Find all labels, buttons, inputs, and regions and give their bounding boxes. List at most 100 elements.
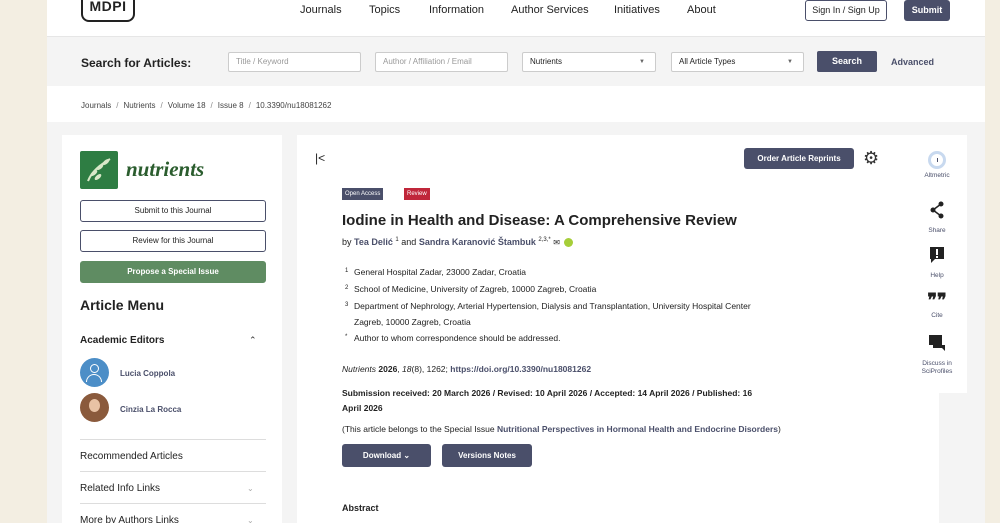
chevron-down-icon: ⌄ — [403, 451, 411, 460]
divider — [80, 439, 266, 440]
more-by-authors-links[interactable]: More by Authors Links — [80, 515, 179, 523]
affiliation-text: General Hospital Zadar, 23000 Zadar, Cro… — [354, 267, 526, 277]
breadcrumb-journals[interactable]: Journals — [81, 101, 111, 110]
affiliation-text: Author to whom correspondence should be … — [354, 333, 561, 343]
journal-logo-icon[interactable] — [80, 151, 118, 189]
mdpi-logo[interactable]: MDPI — [81, 0, 135, 22]
affiliation-ref: 2,3,* — [538, 237, 551, 243]
search-bar: Search for Articles: Title / Keyword Aut… — [47, 36, 985, 86]
nav-author-services[interactable]: Author Services — [511, 4, 589, 16]
special-issue-line: (This article belongs to the Special Iss… — [342, 424, 781, 434]
open-access-badge: Open Access — [342, 188, 384, 200]
nav-journals[interactable]: Journals — [300, 4, 342, 16]
affiliation-number: 2 — [345, 285, 349, 291]
discuss-label: Discuss in SciProfiles — [921, 360, 953, 375]
collapse-sidebar-icon[interactable]: |< — [315, 151, 325, 165]
divider — [80, 503, 266, 504]
share-item[interactable]: Share — [907, 201, 967, 235]
article-dates: Submission received: 20 March 2026 / Rev… — [342, 388, 753, 413]
versions-notes-button[interactable]: Versions Notes — [442, 444, 532, 467]
journal-select[interactable]: Nutrients ▼ — [522, 52, 656, 72]
breadcrumb-doi[interactable]: 10.3390/nu18081262 — [256, 101, 332, 110]
affiliation-number: 1 — [345, 268, 349, 274]
journal-select-value: Nutrients — [530, 57, 563, 66]
download-button[interactable]: Download ⌄ — [342, 444, 431, 467]
affiliation-text: School of Medicine, University of Zagreb… — [354, 284, 597, 294]
advanced-search-link[interactable]: Advanced — [891, 57, 934, 67]
affiliation-item: 3 Department of Nephrology, Arterial Hype… — [342, 299, 751, 313]
and-label: and — [401, 237, 417, 247]
chevron-up-icon[interactable]: ⌃ — [249, 335, 257, 346]
quote-icon: ❞❞ — [927, 290, 947, 310]
share-icon — [907, 201, 967, 224]
doi-link[interactable]: https://doi.org/10.3390/nu18081262 — [450, 364, 591, 374]
journal-name[interactable]: nutrients — [126, 157, 204, 182]
submit-to-journal-button[interactable]: Submit to this Journal — [80, 200, 266, 222]
author-line: by Tea Delić 1 and Sandra Karanović Štam… — [342, 237, 574, 248]
affiliation-item: 2 School of Medicine, University of Zagre… — [342, 282, 596, 296]
breadcrumb-issue[interactable]: Issue 8 — [218, 101, 244, 110]
cite-label: Cite — [931, 312, 943, 319]
page: MDPI Journals Topics Information Author … — [47, 0, 985, 523]
breadcrumb-nutrients[interactable]: Nutrients — [123, 101, 155, 110]
academic-editors-heading[interactable]: Academic Editors — [80, 335, 164, 346]
keyword-input[interactable]: Title / Keyword — [228, 52, 361, 72]
orcid-icon[interactable] — [564, 238, 574, 248]
cite-year: 2026 — [378, 364, 398, 374]
abstract-heading: Abstract — [342, 503, 379, 513]
by-label: by — [342, 237, 352, 247]
help-item[interactable]: Help — [907, 246, 967, 280]
cite-item[interactable]: ❞❞ Cite — [907, 291, 967, 320]
affiliation-item: 1 General Hospital Zadar, 23000 Zadar, Cr… — [342, 265, 526, 279]
breadcrumb: Journals / Nutrients / Volume 18/Issue 8/10.… — [81, 101, 332, 110]
help-icon — [907, 246, 967, 269]
search-button[interactable]: Search — [817, 51, 877, 72]
gear-icon[interactable]: ⚙ — [863, 148, 879, 168]
nav-initiatives[interactable]: Initiatives — [614, 4, 660, 16]
altmetric-label: Altmetric — [924, 172, 950, 179]
affiliation-item: * Author to whom correspondence should be… — [342, 331, 561, 345]
affiliation-text: Zagreb, 10000 Zagreb, Croatia — [354, 317, 471, 327]
special-issue-prefix: (This article belongs to the Special Iss… — [342, 424, 497, 434]
editor-name[interactable]: Lucia Coppola — [120, 369, 175, 378]
download-label: Download — [362, 451, 402, 460]
affiliation-number: * — [345, 334, 348, 340]
altmetric-icon — [928, 151, 946, 169]
author-link[interactable]: Tea Delić — [354, 237, 393, 247]
chevron-down-icon[interactable]: ⌄ — [247, 484, 254, 493]
editor-avatar[interactable] — [80, 358, 109, 387]
related-info-links[interactable]: Related Info Links — [80, 483, 160, 494]
mail-icon[interactable]: ✉ — [553, 238, 560, 247]
breadcrumb-volume[interactable]: Volume 18 — [168, 101, 206, 110]
article-type-select[interactable]: All Article Types ▼ — [671, 52, 804, 72]
recommended-articles-link[interactable]: Recommended Articles — [80, 451, 183, 462]
article-title: Iodine in Health and Disease: A Comprehe… — [342, 212, 737, 229]
special-issue-link[interactable]: Nutritional Perspectives in Hormonal Hea… — [497, 424, 778, 434]
affiliation-item: Zagreb, 10000 Zagreb, Croatia — [342, 315, 471, 329]
top-nav: MDPI Journals Topics Information Author … — [47, 0, 985, 36]
author-input[interactable]: Author / Affiliation / Email — [375, 52, 508, 72]
altmetric-item[interactable]: Altmetric — [907, 151, 967, 180]
review-for-journal-button[interactable]: Review for this Journal — [80, 230, 266, 252]
editor-name[interactable]: Cinzia La Rocca — [120, 405, 181, 414]
right-rail: Altmetric Share Help ❞❞ Cite Discuss in … — [907, 135, 967, 393]
editor-avatar[interactable] — [80, 393, 109, 422]
submit-button[interactable]: Submit — [904, 0, 950, 21]
nav-about[interactable]: About — [687, 4, 716, 16]
article-type-value: All Article Types — [679, 57, 736, 66]
special-issue-suffix: ) — [778, 424, 781, 434]
nav-topics[interactable]: Topics — [369, 4, 400, 16]
cite-journal: Nutrients — [342, 364, 377, 374]
share-label: Share — [928, 227, 946, 234]
sign-in-button[interactable]: Sign In / Sign Up — [805, 0, 887, 21]
affiliation-text: Department of Nephrology, Arterial Hyper… — [354, 301, 751, 311]
propose-special-issue-button[interactable]: Propose a Special Issue — [80, 261, 266, 283]
chevron-down-icon[interactable]: ⌄ — [247, 516, 254, 523]
discuss-item[interactable]: Discuss in SciProfiles — [907, 334, 967, 376]
order-reprints-button[interactable]: Order Article Reprints — [744, 148, 854, 169]
article-menu-title: Article Menu — [80, 297, 165, 313]
author-link[interactable]: Sandra Karanović Štambuk — [419, 237, 536, 247]
caret-down-icon: ▼ — [639, 59, 645, 65]
nav-information[interactable]: Information — [429, 4, 484, 16]
citation-line: Nutrients 2026, 18(8), 1262; https://doi… — [342, 364, 592, 374]
